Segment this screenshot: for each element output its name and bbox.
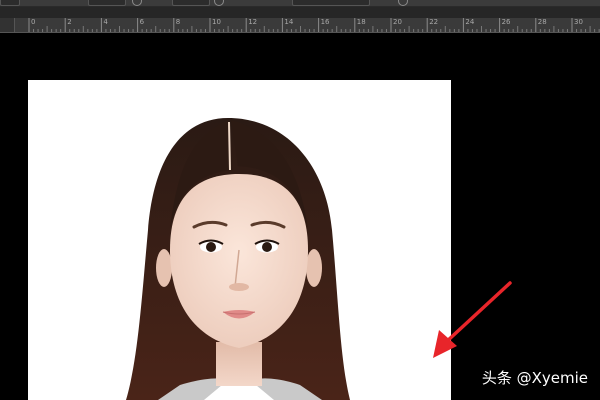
ruler-label: 10 [212,18,221,26]
ruler-label: 16 [320,18,330,26]
options-dropdown-2[interactable] [88,0,126,6]
document-canvas[interactable] [28,80,451,400]
ruler-label: 0 [31,18,36,26]
ruler-label: 8 [175,18,181,26]
options-dropdown-4[interactable] [292,0,370,6]
options-dropdown-3[interactable] [172,0,210,6]
ruler-label: 4 [103,18,108,26]
ruler-label: 26 [501,18,511,26]
ruler-label: 28 [537,18,547,26]
portrait-photo [126,118,350,400]
settings-icon[interactable] [132,0,142,6]
ruler-label: 30 [574,18,583,26]
ruler-label: 6 [139,18,145,26]
red-arrow-icon [433,281,512,358]
horizontal-ruler[interactable]: 0 2 4 6 8 10 12 14 16 18 20 22 24 26 28 30 [0,18,600,33]
watermark-text: 头条 @Xyemie [481,369,588,387]
ruler-label: 20 [393,18,402,26]
ruler-label: 24 [465,18,475,26]
options-bar [0,0,600,7]
document-tab-bar[interactable] [0,7,600,18]
ruler-label: 22 [429,18,439,26]
toggle-icon[interactable] [214,0,224,6]
ruler-label: 12 [248,18,258,26]
ruler-label: 2 [67,18,72,26]
reset-icon[interactable] [398,0,408,6]
ruler-label: 18 [356,18,366,26]
ruler-label: 14 [284,18,294,26]
options-dropdown-1[interactable] [0,0,20,6]
